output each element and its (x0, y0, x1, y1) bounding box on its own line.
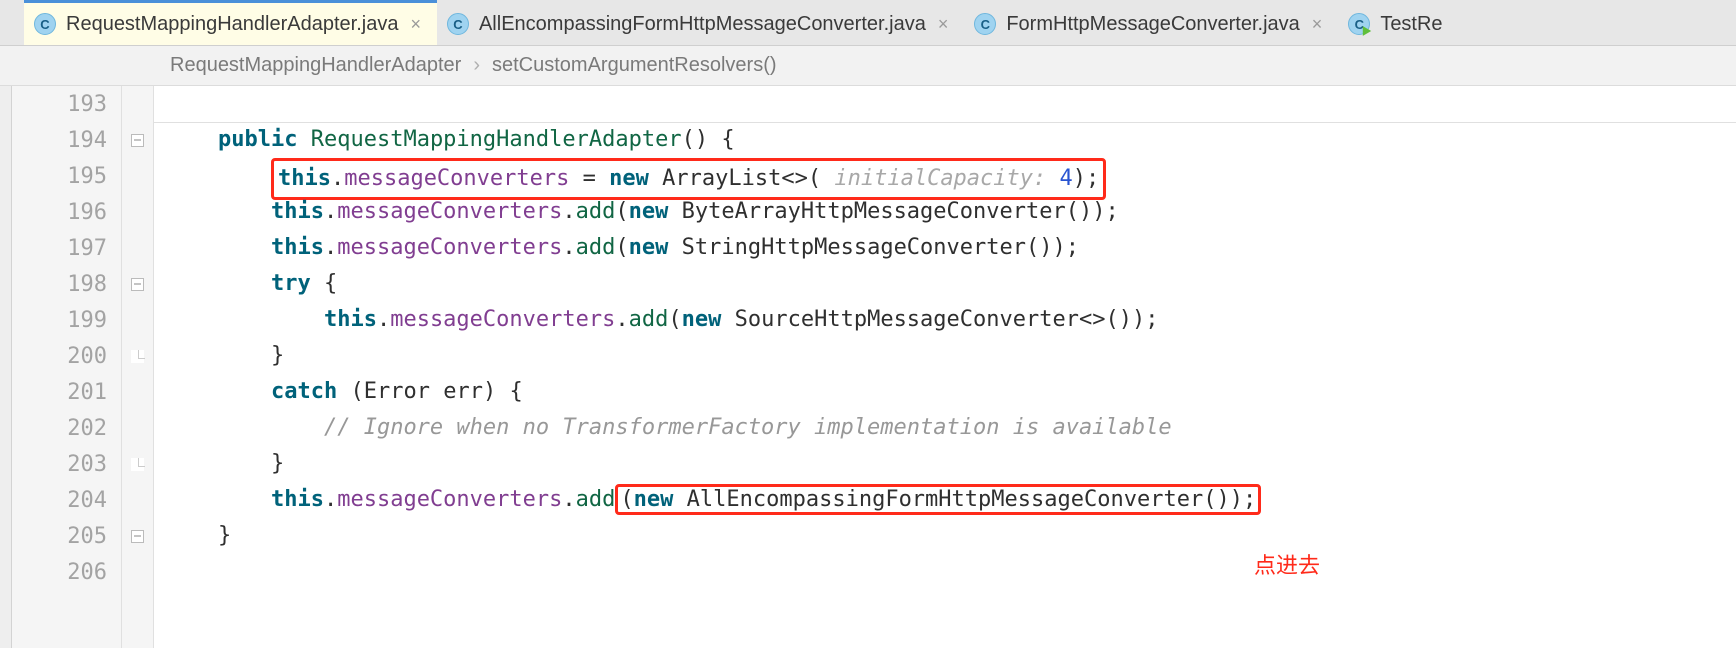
code-line[interactable]: public RequestMappingHandlerAdapter() { (154, 122, 1736, 158)
code-line[interactable]: } (154, 446, 1736, 482)
annotation-label: 点进去 (1254, 548, 1320, 584)
line-number: 203 (12, 446, 121, 482)
line-number: 195 (12, 158, 121, 194)
line-number-gutter: 193 194 195 196 197 198 199 200 201 202 … (12, 86, 122, 648)
code-line[interactable]: try { (154, 266, 1736, 302)
close-icon[interactable]: × (1310, 14, 1325, 35)
line-number: 196 (12, 194, 121, 230)
line-number: 204 (12, 482, 121, 518)
code-line[interactable]: this.messageConverters.add(new SourceHtt… (154, 302, 1736, 338)
line-number: 194 (12, 122, 121, 158)
breadcrumb-method[interactable]: setCustomArgumentResolvers() (492, 54, 777, 77)
tab-label: FormHttpMessageConverter.java (1006, 13, 1299, 36)
ide-root: C RequestMappingHandlerAdapter.java × C … (0, 0, 1736, 648)
line-number: 200 (12, 338, 121, 374)
tab-label: TestRe (1380, 13, 1442, 36)
editor-tab-bar: C RequestMappingHandlerAdapter.java × C … (0, 0, 1736, 46)
editor-tab[interactable]: C TestRe (1338, 0, 1456, 45)
fold-gutter (122, 86, 154, 648)
fold-toggle-icon[interactable] (131, 278, 144, 291)
code-line[interactable]: catch (Error err) { (154, 374, 1736, 410)
code-line[interactable] (154, 86, 1736, 122)
code-area[interactable]: public RequestMappingHandlerAdapter() { … (154, 86, 1736, 648)
java-runnable-class-icon: C (1348, 13, 1370, 35)
java-class-icon: C (34, 13, 56, 35)
code-line[interactable]: this.messageConverters.add(new StringHtt… (154, 230, 1736, 266)
code-line[interactable]: this.messageConverters = new ArrayList<>… (154, 158, 1736, 194)
line-number: 198 (12, 266, 121, 302)
tab-label: RequestMappingHandlerAdapter.java (66, 13, 398, 36)
code-line[interactable]: // Ignore when no TransformerFactory imp… (154, 410, 1736, 446)
tab-label: AllEncompassingFormHttpMessageConverter.… (479, 13, 926, 36)
line-number: 197 (12, 230, 121, 266)
editor-tab[interactable]: C FormHttpMessageConverter.java × (964, 0, 1338, 45)
line-number: 202 (12, 410, 121, 446)
java-class-icon: C (974, 13, 996, 35)
breadcrumb-class[interactable]: RequestMappingHandlerAdapter (170, 54, 461, 77)
code-line[interactable]: } (154, 518, 1736, 554)
line-number: 206 (12, 554, 121, 590)
java-class-icon: C (447, 13, 469, 35)
line-number: 201 (12, 374, 121, 410)
code-editor[interactable]: 193 194 195 196 197 198 199 200 201 202 … (0, 86, 1736, 648)
breadcrumb: RequestMappingHandlerAdapter › setCustom… (0, 46, 1736, 86)
fold-toggle-icon[interactable] (131, 134, 144, 147)
fold-end-icon (131, 350, 144, 363)
code-line[interactable]: this.messageConverters.add(new AllEncomp… (154, 482, 1736, 518)
fold-toggle-icon[interactable] (131, 530, 144, 543)
breadcrumb-separator-icon: › (473, 54, 480, 77)
editor-tab[interactable]: C AllEncompassingFormHttpMessageConverte… (437, 0, 964, 45)
line-number: 199 (12, 302, 121, 338)
close-icon[interactable]: × (408, 14, 423, 35)
highlight-box: (new AllEncompassingFormHttpMessageConve… (615, 484, 1261, 515)
code-line[interactable]: this.messageConverters.add(new ByteArray… (154, 194, 1736, 230)
left-strip (0, 86, 12, 648)
editor-tab-active[interactable]: C RequestMappingHandlerAdapter.java × (24, 0, 437, 45)
code-line[interactable]: } (154, 338, 1736, 374)
line-number: 205 (12, 518, 121, 554)
code-line[interactable] (154, 554, 1736, 590)
close-icon[interactable]: × (936, 14, 951, 35)
line-number: 193 (12, 86, 121, 122)
fold-end-icon (131, 458, 144, 471)
